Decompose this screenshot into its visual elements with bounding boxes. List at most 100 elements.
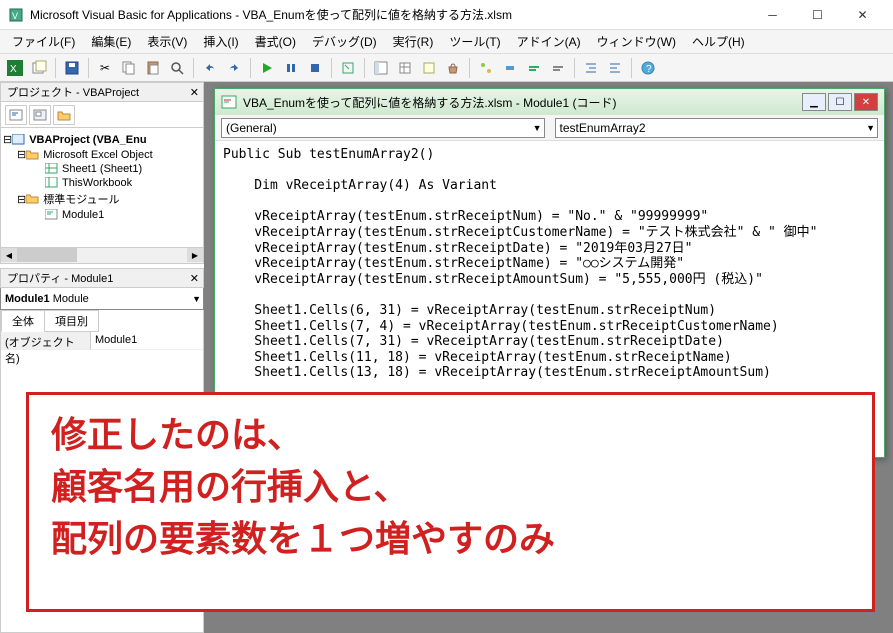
annotation-line2: 顧客名用の行挿入と、 (51, 461, 850, 513)
tab-order-icon[interactable] (475, 57, 497, 79)
find-icon[interactable] (166, 57, 188, 79)
cut-icon[interactable]: ✂ (94, 57, 116, 79)
excel-icon[interactable]: X (4, 57, 26, 79)
menu-window[interactable]: ウィンドウ(W) (589, 31, 684, 52)
bookmark-icon[interactable] (499, 57, 521, 79)
break-icon[interactable] (280, 57, 302, 79)
comment-icon[interactable] (523, 57, 545, 79)
prop-object-name: Module1 (5, 293, 50, 305)
project-explorer-icon[interactable] (370, 57, 392, 79)
menu-bar: ファイル(F) 編集(E) 表示(V) 挿入(I) 書式(O) デバッグ(D) … (0, 30, 893, 54)
child-maximize-button[interactable]: ☐ (828, 93, 852, 111)
code-window-title: VBA_Enumを使って配列に値を格納する方法.xlsm - Module1 (… (243, 94, 796, 111)
tree-sheet1[interactable]: Sheet1 (Sheet1) (62, 163, 142, 175)
code-window-title-bar[interactable]: VBA_Enumを使って配列に値を格納する方法.xlsm - Module1 (… (215, 89, 884, 115)
tree-thisworkbook[interactable]: ThisWorkbook (62, 177, 132, 189)
title-bar: V Microsoft Visual Basic for Application… (0, 0, 893, 30)
scroll-left-icon[interactable]: ◀ (1, 248, 17, 262)
tree-project-root[interactable]: VBAProject (VBA_Enu (29, 134, 146, 146)
project-toolbar (0, 102, 204, 128)
uncomment-icon[interactable] (547, 57, 569, 79)
chevron-down-icon: ▼ (866, 123, 875, 133)
project-tree[interactable]: ⊟ VBAProject (VBA_Enu ⊟ Microsoft Excel … (0, 128, 204, 248)
module-icon (45, 209, 59, 221)
prop-key-name: (オブジェクト名) (1, 332, 91, 350)
menu-debug[interactable]: デバッグ(D) (304, 31, 385, 52)
module-window-icon (221, 94, 237, 110)
close-button[interactable]: ✕ (840, 1, 885, 29)
project-panel-close-icon[interactable]: ✕ (190, 86, 199, 99)
scroll-thumb[interactable] (17, 248, 77, 262)
maximize-button[interactable]: ☐ (795, 1, 840, 29)
annotation-text: 修正したのは、 顧客名用の行挿入と、 配列の要素数を１つ増やすのみ (29, 395, 872, 580)
tab-categorized[interactable]: 項目別 (44, 310, 99, 332)
save-icon[interactable] (61, 57, 83, 79)
child-minimize-button[interactable]: ▁ (802, 93, 826, 111)
procedure-combo[interactable]: testEnumArray2 ▼ (555, 118, 879, 138)
insert-module-icon[interactable] (28, 57, 50, 79)
svg-text:X: X (10, 64, 17, 75)
menu-tools[interactable]: ツール(T) (441, 31, 508, 52)
toggle-folders-icon[interactable] (53, 105, 75, 125)
menu-view[interactable]: 表示(V) (139, 31, 195, 52)
folder-icon (26, 193, 40, 205)
menu-edit[interactable]: 編集(E) (83, 31, 139, 52)
chevron-down-icon: ▼ (192, 294, 201, 304)
child-close-button[interactable]: ✕ (854, 93, 878, 111)
object-combo-value: (General) (226, 121, 277, 135)
help-icon[interactable]: ? (637, 57, 659, 79)
annotation-callout: 修正したのは、 顧客名用の行挿入と、 配列の要素数を１つ増やすのみ (26, 392, 875, 612)
annotation-line3: 配列の要素数を１つ増やすのみ (51, 513, 850, 565)
properties-tabs: 全体 項目別 (0, 310, 204, 332)
project-panel-title: プロジェクト - VBAProject ✕ (0, 82, 204, 102)
window-title: Microsoft Visual Basic for Applications … (30, 6, 750, 23)
menu-help[interactable]: ヘルプ(H) (684, 31, 753, 52)
paste-icon[interactable] (142, 57, 164, 79)
reset-icon[interactable] (304, 57, 326, 79)
annotation-line1: 修正したのは、 (51, 409, 850, 461)
project-icon (12, 134, 26, 146)
scroll-right-icon[interactable]: ▶ (187, 248, 203, 262)
toolbox-icon[interactable] (442, 57, 464, 79)
procedure-combo-value: testEnumArray2 (560, 121, 646, 135)
project-hscrollbar[interactable]: ◀ ▶ (0, 248, 204, 264)
tool-bar: X ✂ ? (0, 54, 893, 82)
properties-close-icon[interactable]: ✕ (190, 272, 199, 285)
menu-format[interactable]: 書式(O) (247, 31, 304, 52)
object-browser-icon[interactable] (418, 57, 440, 79)
menu-insert[interactable]: 挿入(I) (195, 31, 246, 52)
undo-icon[interactable] (199, 57, 221, 79)
properties-title-text: プロパティ - Module1 (7, 270, 113, 286)
indent-icon[interactable] (580, 57, 602, 79)
properties-icon[interactable] (394, 57, 416, 79)
view-code-icon[interactable] (5, 105, 27, 125)
copy-icon[interactable] (118, 57, 140, 79)
outdent-icon[interactable] (604, 57, 626, 79)
menu-run[interactable]: 実行(R) (385, 31, 442, 52)
svg-text:V: V (12, 11, 18, 21)
tree-module1[interactable]: Module1 (62, 209, 104, 221)
workbook-icon (45, 177, 59, 189)
properties-panel-title: プロパティ - Module1 ✕ (0, 268, 204, 288)
menu-file[interactable]: ファイル(F) (4, 31, 83, 52)
menu-addins[interactable]: アドイン(A) (509, 31, 589, 52)
tree-excel-objects[interactable]: Microsoft Excel Object (43, 149, 152, 161)
chevron-down-icon: ▼ (533, 123, 542, 133)
prop-row[interactable]: (オブジェクト名) Module1 (1, 332, 203, 350)
object-combo[interactable]: (General) ▼ (221, 118, 545, 138)
view-object-icon[interactable] (29, 105, 51, 125)
tab-alphabetic[interactable]: 全体 (1, 310, 45, 332)
sheet-icon (45, 163, 59, 175)
folder-icon (26, 149, 40, 161)
svg-text:?: ? (646, 64, 652, 75)
design-mode-icon[interactable] (337, 57, 359, 79)
tree-modules-folder[interactable]: 標準モジュール (43, 191, 119, 207)
minimize-button[interactable]: ─ (750, 1, 795, 29)
code-combos: (General) ▼ testEnumArray2 ▼ (215, 115, 884, 141)
prop-val-name[interactable]: Module1 (91, 332, 203, 350)
project-panel-title-text: プロジェクト - VBAProject (7, 84, 139, 100)
redo-icon[interactable] (223, 57, 245, 79)
app-icon: V (8, 7, 24, 23)
properties-object-combo[interactable]: Module1 Module ▼ (0, 288, 204, 310)
run-icon[interactable] (256, 57, 278, 79)
